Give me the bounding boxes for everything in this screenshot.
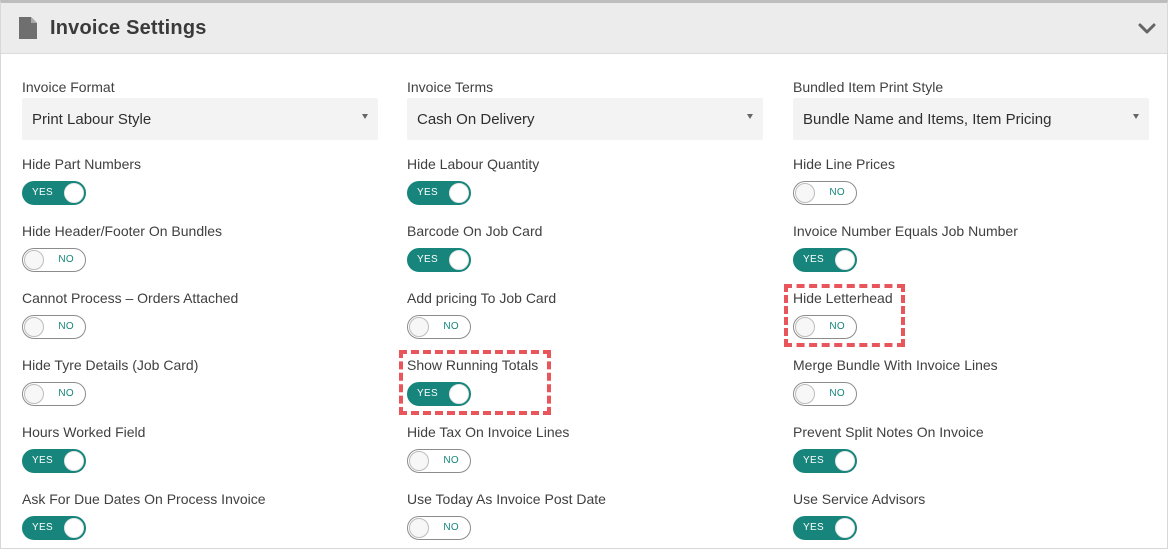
add-pricing-to-job-card-label: Add pricing To Job Card <box>407 290 557 306</box>
invoice-format-label: Invoice Format <box>22 79 115 95</box>
toggle-state-text: YES <box>32 455 53 466</box>
toggle-knob[interactable] <box>64 183 84 203</box>
bundled-item-print-style-label: Bundled Item Print Style <box>793 79 944 95</box>
toggle-state-text: NO <box>58 321 74 332</box>
use-today-as-invoice-post-date-toggle[interactable]: NO <box>407 516 471 540</box>
toggle-state-text: YES <box>32 187 53 198</box>
hide-header-footer-on-bundles-toggle[interactable]: NO <box>22 248 86 272</box>
hide-tax-on-invoice-lines-label: Hide Tax On Invoice Lines <box>407 424 570 440</box>
hide-labour-quantity-label: Hide Labour Quantity <box>407 156 540 172</box>
toggle-knob[interactable] <box>24 250 44 270</box>
prevent-split-notes-on-invoice-label: Prevent Split Notes On Invoice <box>793 424 984 440</box>
bundled-item-print-style-select[interactable]: Bundle Name and Items, Item Pricing <box>793 98 1149 140</box>
toggle-state-text: YES <box>32 522 53 533</box>
toggle-knob[interactable] <box>24 317 44 337</box>
toggle-knob[interactable] <box>449 250 469 270</box>
toggle-state-text: NO <box>58 388 74 399</box>
toggle-knob[interactable] <box>409 317 429 337</box>
cannot-process-orders-attached-label: Cannot Process – Orders Attached <box>22 290 239 306</box>
bundled-item-print-style-value: Bundle Name and Items, Item Pricing <box>803 111 1052 128</box>
toggle-state-text: NO <box>443 321 459 332</box>
prevent-split-notes-on-invoice-toggle[interactable]: YES <box>793 449 857 473</box>
panel-title: Invoice Settings <box>50 17 207 39</box>
toggle-knob[interactable] <box>835 451 855 471</box>
dropdown-arrow-icon <box>362 114 368 119</box>
add-pricing-to-job-card-toggle[interactable]: NO <box>407 315 471 339</box>
hide-tyre-details-job-card-label: Hide Tyre Details (Job Card) <box>22 357 199 373</box>
toggle-knob[interactable] <box>835 250 855 270</box>
hide-part-numbers-toggle[interactable]: YES <box>22 181 86 205</box>
toggle-state-text: YES <box>417 187 438 198</box>
hide-header-footer-on-bundles-label: Hide Header/Footer On Bundles <box>22 223 222 239</box>
merge-bundle-with-invoice-lines-label: Merge Bundle With Invoice Lines <box>793 357 998 373</box>
invoice-format-select[interactable]: Print Labour Style <box>22 98 378 140</box>
toggle-knob[interactable] <box>409 518 429 538</box>
toggle-state-text: YES <box>803 254 824 265</box>
use-today-as-invoice-post-date-label: Use Today As Invoice Post Date <box>407 491 606 507</box>
dropdown-arrow-icon <box>1133 114 1139 119</box>
dropdown-arrow-icon <box>747 114 753 119</box>
toggle-knob[interactable] <box>64 451 84 471</box>
toggle-knob[interactable] <box>795 384 815 404</box>
toggle-state-text: NO <box>829 388 845 399</box>
hide-tax-on-invoice-lines-toggle[interactable]: NO <box>407 449 471 473</box>
toggle-state-text: YES <box>803 522 824 533</box>
invoice-number-equals-job-number-toggle[interactable]: YES <box>793 248 857 272</box>
merge-bundle-with-invoice-lines-toggle[interactable]: NO <box>793 382 857 406</box>
toggle-state-text: YES <box>417 254 438 265</box>
toggle-knob[interactable] <box>835 518 855 538</box>
use-service-advisors-toggle[interactable]: YES <box>793 516 857 540</box>
toggle-knob[interactable] <box>449 183 469 203</box>
highlight-show-running-totals <box>399 350 551 415</box>
invoice-number-equals-job-number-label: Invoice Number Equals Job Number <box>793 223 1018 239</box>
toggle-knob[interactable] <box>409 451 429 471</box>
toggle-state-text: YES <box>803 455 824 466</box>
panel-header[interactable]: Invoice Settings <box>1 3 1167 54</box>
hide-part-numbers-label: Hide Part Numbers <box>22 156 142 172</box>
hours-worked-field-label: Hours Worked Field <box>22 424 146 440</box>
highlight-hide-letterhead <box>784 284 905 347</box>
toggle-knob[interactable] <box>64 518 84 538</box>
hours-worked-field-toggle[interactable]: YES <box>22 449 86 473</box>
toggle-state-text: NO <box>443 522 459 533</box>
toggle-knob[interactable] <box>795 183 815 203</box>
toggle-knob[interactable] <box>24 384 44 404</box>
invoice-terms-label: Invoice Terms <box>407 79 494 95</box>
barcode-on-job-card-label: Barcode On Job Card <box>407 223 543 239</box>
invoice-settings-panel <box>0 0 1168 549</box>
cannot-process-orders-attached-toggle[interactable]: NO <box>22 315 86 339</box>
invoice-terms-select[interactable]: Cash On Delivery <box>407 98 763 140</box>
document-icon <box>19 17 37 39</box>
hide-line-prices-toggle[interactable]: NO <box>793 181 857 205</box>
hide-labour-quantity-toggle[interactable]: YES <box>407 181 471 205</box>
barcode-on-job-card-toggle[interactable]: YES <box>407 248 471 272</box>
hide-tyre-details-job-card-toggle[interactable]: NO <box>22 382 86 406</box>
toggle-state-text: NO <box>58 254 74 265</box>
toggle-state-text: NO <box>829 187 845 198</box>
hide-line-prices-label: Hide Line Prices <box>793 156 895 172</box>
chevron-down-icon[interactable] <box>1138 23 1156 35</box>
invoice-format-value: Print Labour Style <box>32 111 152 128</box>
ask-for-due-dates-on-process-invoice-label: Ask For Due Dates On Process Invoice <box>22 491 266 507</box>
use-service-advisors-label: Use Service Advisors <box>793 491 926 507</box>
invoice-terms-value: Cash On Delivery <box>417 111 535 128</box>
ask-for-due-dates-on-process-invoice-toggle[interactable]: YES <box>22 516 86 540</box>
toggle-state-text: NO <box>443 455 459 466</box>
